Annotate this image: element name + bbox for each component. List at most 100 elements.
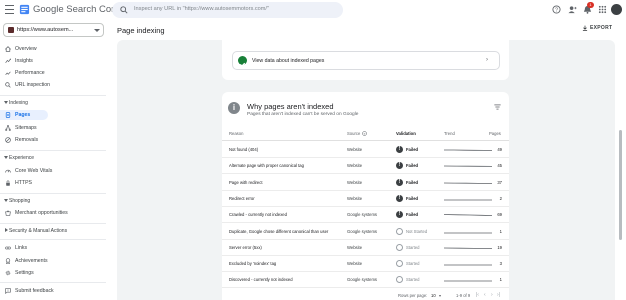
next-page-icon[interactable]: ›	[491, 292, 493, 298]
table-row[interactable]: Duplicate, Google chose different canoni…	[222, 224, 509, 240]
pagination-range: 1-9 of 9	[456, 293, 471, 298]
sidebar-section-security[interactable]: Security & Manual Actions	[0, 226, 106, 235]
speed-icon	[5, 169, 11, 173]
clock-icon	[396, 243, 403, 251]
sidebar-item-removals[interactable]: Removals	[0, 135, 106, 145]
manage-users-icon[interactable]	[568, 5, 577, 14]
sidebar-item-core-web-vitals[interactable]: Core Web Vitals	[0, 166, 106, 176]
validation-status: Failed	[406, 147, 419, 152]
clock-icon	[396, 260, 403, 268]
table-row[interactable]: Server error (5xx) Website Started 19	[222, 240, 509, 256]
sidebar-item-label: Merchant opportunities	[15, 210, 68, 216]
chevron-right-icon: ›	[486, 57, 488, 63]
filter-icon[interactable]	[494, 104, 501, 110]
sidebar-item-label: Overview	[15, 46, 37, 52]
download-icon[interactable]	[582, 25, 588, 31]
search-console-logo[interactable]	[19, 4, 30, 15]
card-title: Why pages aren't indexed	[247, 102, 334, 111]
sidebar-divider	[0, 239, 106, 240]
alert-icon	[396, 178, 403, 186]
validation-status: Failed	[406, 163, 419, 169]
trend-sparkline	[444, 214, 492, 217]
sidebar-item-overview[interactable]: Overview	[0, 44, 106, 54]
help-icon[interactable]: ?	[552, 5, 561, 14]
source-cell: Website	[347, 163, 363, 169]
table-row[interactable]: Discovered - currently not indexed Google…	[222, 272, 509, 289]
sidebar-divider	[0, 193, 106, 194]
column-header-validation[interactable]: Validation	[396, 131, 416, 136]
validation-status: Started	[406, 277, 420, 283]
section-label: Indexing	[9, 99, 28, 106]
help-icon[interactable]: ?	[362, 131, 367, 136]
sidebar-item-label: Sitemaps	[15, 125, 37, 131]
export-button[interactable]: EXPORT	[590, 25, 612, 31]
column-header-reason[interactable]: Reason	[229, 131, 243, 136]
sidebar-item-insights[interactable]: Insights	[0, 56, 106, 66]
search-input[interactable]: Inspect any URL in "https://www.autosemm…	[134, 6, 269, 12]
performance-icon	[5, 71, 11, 76]
links-icon	[5, 246, 11, 250]
sidebar-item-url-inspection[interactable]: URL inspection	[0, 80, 106, 90]
home-icon	[5, 46, 11, 52]
sidebar-section-experience[interactable]: Experience	[0, 153, 106, 162]
apps-grid-icon[interactable]	[598, 5, 607, 14]
account-avatar[interactable]	[611, 4, 622, 15]
clock-icon	[396, 227, 403, 235]
prev-page-icon[interactable]: ‹	[484, 292, 486, 298]
sidebar-item-links[interactable]: Links	[0, 243, 106, 253]
property-favicon	[8, 27, 14, 33]
validation-status: Started	[406, 261, 420, 267]
pages-cell: 2	[499, 195, 502, 201]
menu-icon[interactable]	[5, 5, 14, 14]
sidebar-item-label: Achievements	[15, 258, 48, 264]
sidebar-item-label: Links	[15, 245, 28, 251]
chevron-right-icon	[5, 228, 8, 232]
view-data-label: View data about indexed pages	[252, 58, 325, 64]
table-row[interactable]: Not found (404) Website Failed 49	[222, 142, 509, 158]
chevron-down-icon[interactable]: ▾	[439, 293, 441, 298]
first-page-icon[interactable]: |‹	[476, 292, 479, 298]
source-cell: Website	[347, 179, 363, 185]
sidebar-item-submit-feedback[interactable]: Submit feedback	[0, 286, 106, 296]
view-indexed-data-link[interactable]: View data about indexed pages ›	[232, 51, 500, 70]
column-header-source[interactable]: Source	[347, 131, 360, 136]
sidebar-divider	[0, 223, 106, 224]
sidebar-section-shopping[interactable]: Shopping	[0, 196, 106, 205]
pages-cell: 69	[497, 212, 502, 218]
sidebar-item-label: Insights	[15, 58, 33, 64]
sidebar-item-label: Removals	[15, 137, 39, 143]
table-row[interactable]: Redirect error Website Failed 2	[222, 191, 509, 207]
sidebar-item-https[interactable]: HTTPS	[0, 178, 106, 188]
table-row[interactable]: Alternate page with proper canonical tag…	[222, 158, 509, 175]
sidebar-item-performance[interactable]: Performance	[0, 68, 106, 78]
table-row[interactable]: Excluded by 'noindex' tag Website Started 3	[222, 256, 509, 273]
feedback-icon	[5, 288, 11, 294]
sidebar-item-sitemaps[interactable]: Sitemaps	[0, 123, 106, 133]
sidebar-item-settings[interactable]: Settings	[0, 268, 106, 278]
table-row[interactable]: Crawled - currently not indexed Google sy…	[222, 207, 509, 224]
property-selector[interactable]: https://www.autosem...	[3, 23, 104, 37]
url-inspection-search[interactable]: Inspect any URL in "https://www.autosemm…	[112, 2, 343, 18]
source-cell: Website	[347, 195, 363, 201]
sidebar-item-achievements[interactable]: Achievements	[0, 256, 106, 266]
reason-cell: Page with redirect	[229, 179, 263, 185]
sidebar-item-label: HTTPS	[15, 180, 33, 186]
scrollbar-thumb[interactable]	[619, 130, 622, 240]
table-row[interactable]: Page with redirect Website Failed 37	[222, 175, 509, 191]
page-title: Page indexing	[117, 26, 165, 35]
lock-icon	[6, 180, 10, 186]
sidebar-item-merchant-opportunities[interactable]: Merchant opportunities	[0, 208, 106, 218]
trend-sparkline	[444, 199, 492, 201]
alert-icon	[396, 146, 403, 153]
trend-sparkline	[444, 165, 492, 168]
column-header-pages[interactable]: Pages	[489, 131, 501, 136]
validation-status: Started	[406, 244, 420, 250]
rows-per-page-select[interactable]: 10	[431, 293, 436, 298]
sidebar-section-indexing[interactable]: Indexing	[0, 98, 106, 107]
last-page-icon[interactable]: ›|	[497, 292, 500, 298]
sort-arrow-icon[interactable]: ↓	[414, 131, 416, 136]
source-cell: Website	[347, 244, 363, 250]
sidebar-item-label: Settings	[15, 270, 34, 276]
sidebar-item-label: Submit feedback	[15, 288, 54, 294]
sidebar-item-pages[interactable]: Pages	[0, 110, 48, 120]
